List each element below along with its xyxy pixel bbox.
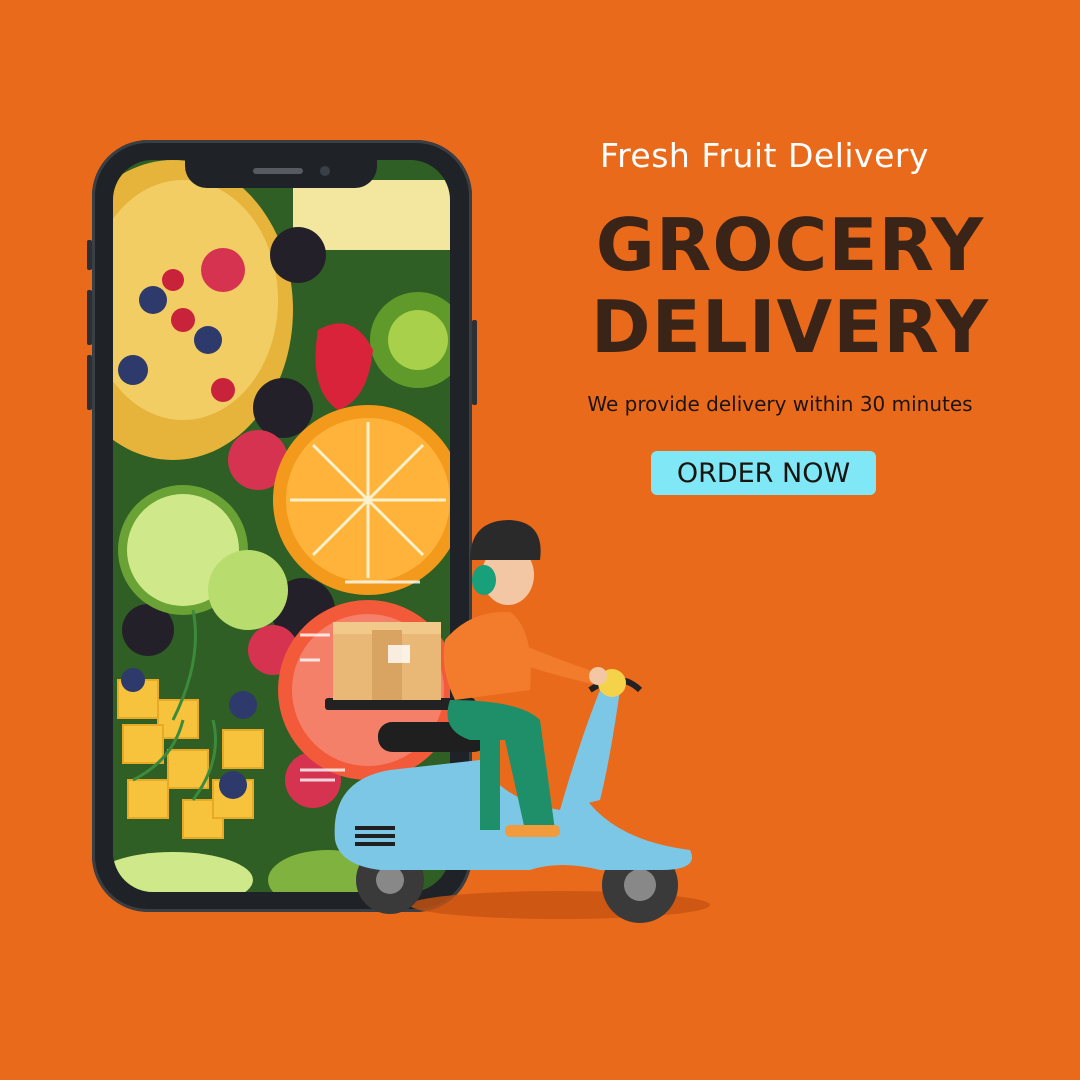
- parcel-box-icon: [333, 622, 441, 700]
- tagline: We provide delivery within 30 minutes: [587, 392, 973, 416]
- headline-line-2: DELIVERY: [590, 285, 990, 369]
- headline: GROCERY DELIVERY: [560, 204, 1020, 368]
- subtitle: Fresh Fruit Delivery: [600, 136, 929, 175]
- phone-camera: [320, 166, 330, 176]
- phone-speaker: [253, 168, 303, 174]
- headline-line-1: GROCERY: [595, 203, 985, 287]
- delivery-scooter-illustration: [300, 520, 710, 923]
- phone-notch: [185, 160, 377, 188]
- order-now-button[interactable]: ORDER NOW: [651, 451, 876, 495]
